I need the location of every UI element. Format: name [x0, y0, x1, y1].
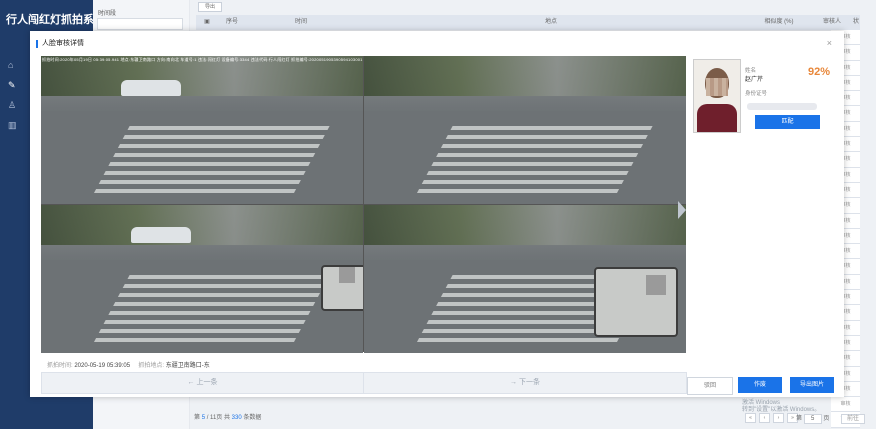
capture-time-label: 抓拍时间: [47, 363, 73, 369]
total-count: 330 [231, 415, 242, 421]
void-button[interactable]: 作废 [738, 377, 782, 393]
activation-line-2: 转到"设置"以激活 Windows。 [742, 407, 821, 413]
goto-button[interactable]: 前往 [841, 414, 866, 424]
total-label: 共 [223, 415, 230, 421]
prev-page-icon[interactable]: ‹ [759, 413, 770, 423]
blurred-face [339, 267, 355, 283]
capture-photos [41, 56, 686, 353]
col-place: 地点 [544, 19, 557, 25]
capture-place-label: 抓拍地点: [138, 363, 165, 369]
capture-image-4 [364, 205, 686, 353]
export-button[interactable]: 导出 [198, 2, 222, 12]
person-photo [693, 59, 741, 133]
expand-arrow-icon[interactable] [678, 201, 686, 219]
capture-image-2 [364, 56, 686, 204]
pager-buttons: « ‹ › » [745, 413, 798, 423]
windows-activation-watermark: 激活 Windows 转到"设置"以激活 Windows。 [742, 400, 820, 414]
camera-icon[interactable]: ⌂ [8, 60, 18, 70]
next-button[interactable]: → 下一条 [363, 372, 687, 394]
close-icon[interactable]: × [827, 38, 832, 48]
similarity-score: 92% [808, 66, 831, 78]
export-image-button[interactable]: 导出图片 [790, 377, 834, 393]
select-all-checkbox[interactable]: ▣ [196, 15, 218, 30]
goto-page: 第 5 页 前往 [796, 413, 866, 424]
current-page: 5 [201, 415, 206, 421]
table-header: ▣ 序号 时间 地点 相似度 (%) 审核人 状态 [196, 15, 860, 40]
activation-line-1: 激活 Windows [742, 400, 781, 406]
time-range-label: 时间段 [98, 11, 117, 17]
first-page-icon[interactable]: « [745, 413, 756, 423]
prev-label: 上一条 [196, 379, 218, 386]
status-cell: 审核 [831, 397, 860, 413]
person-name: 赵广芹 [745, 77, 764, 83]
capture-meta: 抓拍时间: 2020-05-19 05:39:05 抓拍地点: 东疆卫南路口-东 [47, 360, 210, 369]
match-button[interactable]: 匹配 [755, 115, 820, 129]
chart-icon[interactable]: ▥ [8, 120, 18, 130]
capture-image-3 [41, 205, 363, 353]
id-label: 身份证号 [745, 91, 768, 97]
next-label: 下一条 [518, 379, 540, 386]
id-number-redacted [747, 103, 817, 110]
name-label: 姓名 [745, 68, 757, 74]
page-prefix: 第 [194, 415, 201, 421]
user-icon[interactable]: ♙ [8, 100, 18, 110]
goto-unit: 页 [823, 416, 830, 422]
review-icon[interactable]: ✎ [8, 80, 18, 90]
modal-title: 人脸审核详情 [36, 40, 84, 48]
next-page-icon[interactable]: › [773, 413, 784, 423]
col-reviewer: 审核人 [822, 19, 841, 25]
app-title: 行人闯红灯抓拍系统 [6, 14, 105, 26]
car-shape [131, 227, 191, 243]
col-index: 序号 [225, 19, 238, 25]
total-pages: 11页 [210, 415, 223, 421]
pagination-info: 第 5 / 11页 共 330 条数据 [194, 412, 261, 421]
arrow-left-icon: ← [187, 379, 195, 386]
col-time: 时间 [294, 19, 307, 25]
total-unit: 条数据 [243, 415, 262, 421]
col-similarity: 相似度 (%) [764, 19, 794, 25]
page-sep: / [206, 415, 209, 421]
goto-input[interactable]: 5 [803, 414, 822, 424]
time-range-input[interactable] [97, 18, 183, 30]
capture-time: 2020-05-19 05:39:05 [74, 363, 131, 369]
arrow-right-icon: → [510, 379, 518, 386]
goto-label: 第 [796, 416, 803, 422]
timestamp-overlay: 抓拍时间:2020年05月19日 05:39:05.941 地点:东疆卫南路口 … [42, 57, 363, 62]
person-panel: 姓名 赵广芹 身份证号 92% 匹配 [686, 56, 836, 138]
col-status: 状态 [852, 19, 859, 40]
prev-button[interactable]: ← 上一条 [41, 372, 364, 394]
blurred-face [646, 275, 666, 295]
reject-button[interactable]: 驳回 [687, 377, 733, 395]
car-shape [121, 80, 181, 96]
capture-place: 东疆卫南路口-东 [165, 363, 210, 369]
capture-image-1 [41, 56, 363, 204]
face-review-modal: 人脸审核详情 × 抓拍时间:2020年05月19日 05:39:05.941 地… [30, 31, 844, 397]
